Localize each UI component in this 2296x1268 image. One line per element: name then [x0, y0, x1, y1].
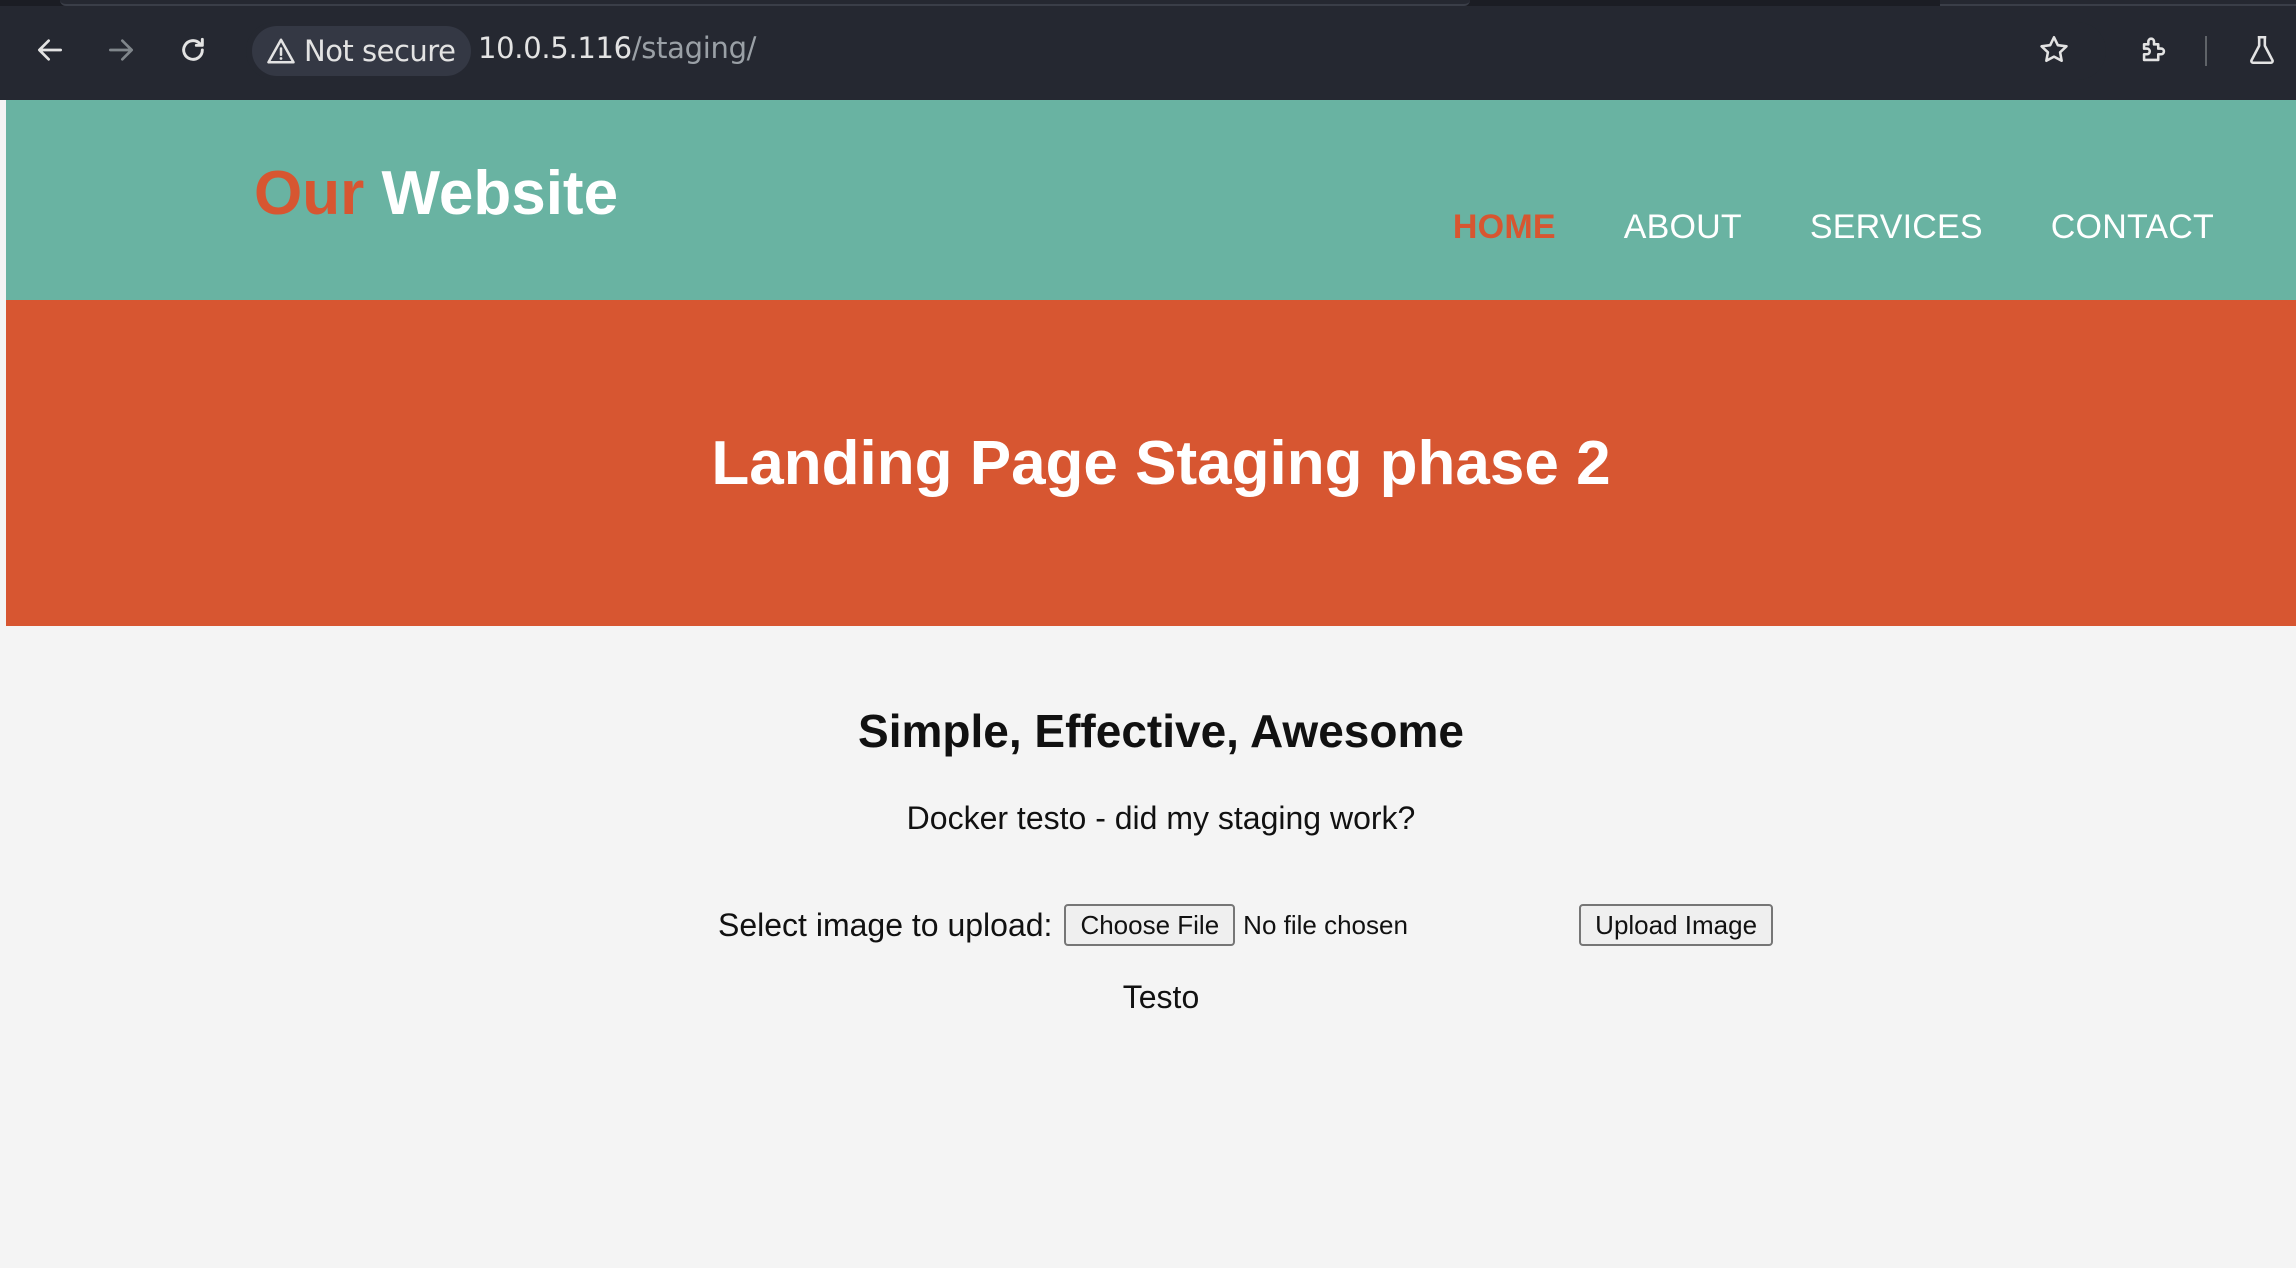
- reload-button[interactable]: [165, 22, 221, 78]
- hero-title: Landing Page Staging phase 2: [711, 428, 1611, 498]
- security-label: Not secure: [304, 34, 456, 68]
- logo-accent: Our: [254, 159, 365, 228]
- inactive-tab-edge[interactable]: [1940, 0, 2296, 6]
- hero-banner: Landing Page Staging phase 2: [6, 300, 2296, 626]
- arrow-right-icon: [109, 39, 133, 61]
- nav-about[interactable]: ABOUT: [1624, 208, 1742, 247]
- tab-strip: [0, 0, 2296, 6]
- warning-icon: [267, 38, 295, 64]
- labs-button[interactable]: [2234, 22, 2290, 78]
- url-host: 10.0.5.116: [478, 31, 632, 65]
- section-heading: Simple, Effective, Awesome: [858, 705, 1464, 757]
- main-nav: HOME ABOUT SERVICES CONTACT: [1453, 208, 2214, 247]
- upload-image-button[interactable]: Upload Image: [1579, 904, 1774, 946]
- upload-label: Select image to upload:: [718, 906, 1053, 943]
- active-tab-edge[interactable]: [60, 0, 1470, 6]
- extensions-button[interactable]: [2126, 22, 2182, 78]
- nav-contact[interactable]: CONTACT: [2051, 208, 2214, 247]
- footer-text: Testo: [1122, 979, 1200, 1015]
- file-status: No file chosen: [1243, 909, 1408, 940]
- choose-file-button[interactable]: Choose File: [1064, 904, 1236, 946]
- star-icon: [2040, 35, 2068, 63]
- url-path: /staging/: [631, 31, 757, 65]
- site-header: Our Website HOME ABOUT SERVICES CONTACT: [6, 100, 2296, 300]
- web-page: Our Website HOME ABOUT SERVICES CONTACT …: [6, 100, 2296, 1268]
- toolbar-divider: [2205, 36, 2207, 66]
- tagline: Docker testo - did my staging work?: [906, 800, 1416, 836]
- back-button[interactable]: [22, 22, 78, 78]
- upload-form: Select image to upload: Choose File No f…: [718, 904, 1774, 946]
- nav-home[interactable]: HOME: [1453, 208, 1556, 247]
- site-logo[interactable]: Our Website: [254, 158, 618, 229]
- security-indicator[interactable]: Not secure: [252, 26, 472, 76]
- bookmark-button[interactable]: [2026, 22, 2082, 78]
- logo-text: Website: [381, 159, 619, 228]
- puzzle-icon: [2142, 37, 2166, 62]
- flask-icon: [2250, 35, 2274, 65]
- url-text[interactable]: 10.0.5.116/staging/: [478, 31, 756, 65]
- forward-button[interactable]: [93, 22, 149, 78]
- browser-toolbar: Not secure 10.0.5.116/staging/: [0, 0, 2296, 100]
- arrow-left-icon: [38, 39, 62, 61]
- reload-icon: [182, 37, 204, 61]
- nav-services[interactable]: SERVICES: [1810, 208, 1983, 247]
